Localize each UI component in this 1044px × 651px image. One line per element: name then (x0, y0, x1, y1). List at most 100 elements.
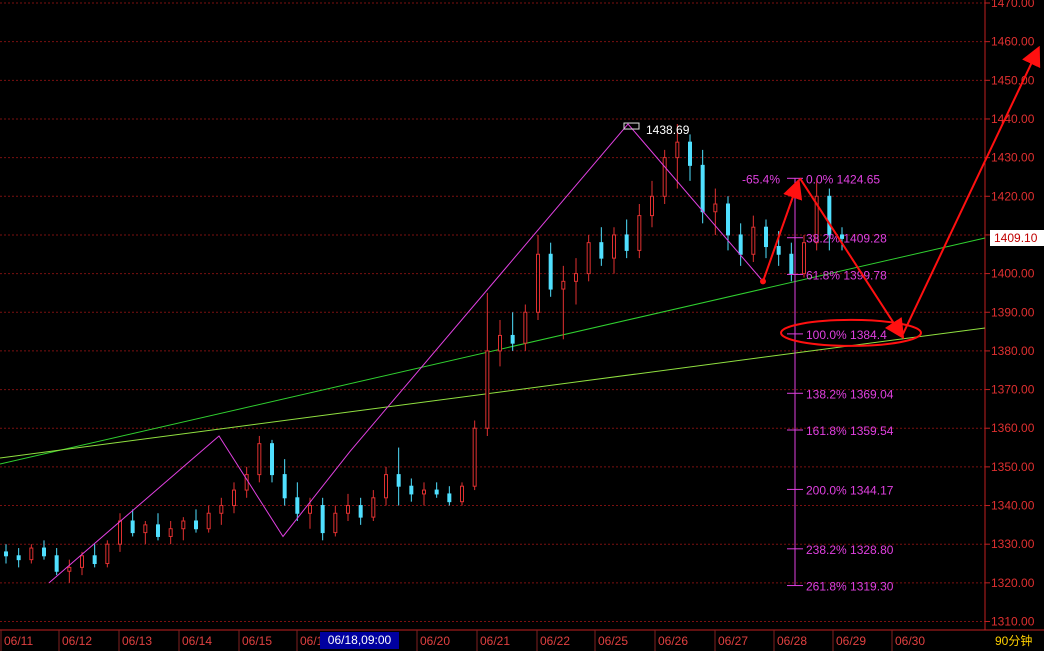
candle-body (751, 226, 756, 255)
y-tick-label: 1350.00 (991, 460, 1035, 474)
candle-body (561, 280, 566, 290)
candle-body (548, 253, 553, 290)
candle-body (232, 489, 236, 507)
x-tick-label: 06/28 (777, 634, 807, 648)
candle-body (105, 543, 110, 565)
fib-level-label: 0.0% 1424.65 (806, 172, 880, 186)
x-tick-label: 06/26 (658, 634, 688, 648)
candle-body (371, 497, 376, 518)
x-tick-label: 06/11 (4, 634, 33, 648)
candle-body (675, 141, 680, 159)
fib-level-label: 261.8% 1319.30 (806, 580, 894, 594)
candle-body (624, 234, 629, 251)
y-tick-label: 1370.00 (991, 383, 1035, 397)
fib-retrace-label: -65.4% (742, 172, 780, 186)
candle-body (346, 505, 350, 514)
candle-body (662, 157, 667, 197)
fib-level-label: 61.8% 1399.78 (806, 268, 887, 282)
candle-body (282, 474, 287, 499)
candle-body (181, 520, 186, 530)
candle-body (54, 555, 59, 572)
candle-body (168, 528, 173, 537)
y-tick-label: 1460.00 (991, 35, 1035, 49)
candle-body (827, 195, 832, 236)
candle-body (738, 234, 743, 255)
candle-body (713, 203, 718, 213)
y-tick-label: 1450.00 (991, 73, 1035, 87)
candle-body (523, 311, 528, 344)
fib-level-label: 138.2% 1369.04 (806, 387, 894, 401)
fib-level-label: 38.2% 1409.28 (806, 232, 887, 246)
current-price-badge: 1409.10 (990, 230, 1044, 246)
candle-body (409, 485, 414, 495)
candle-body (4, 551, 8, 557)
candle-body (434, 489, 439, 495)
fib-level-label: 161.8% 1359.54 (806, 424, 894, 438)
y-tick-label: 1340.00 (991, 499, 1035, 513)
candle-body (422, 489, 426, 495)
candle-body (498, 334, 502, 352)
x-tick-label: 06/14 (182, 634, 212, 648)
candle-body (789, 253, 794, 275)
timeframe-label[interactable]: 90分钟 (991, 633, 1044, 650)
candle-body (688, 141, 692, 166)
candle-body (206, 512, 211, 530)
x-tick-label: 06/12 (62, 634, 92, 648)
cursor-time-label: 06/18,09:00 (320, 632, 399, 649)
candle-body (536, 253, 540, 313)
x-tick-label: 06/30 (895, 634, 925, 648)
candle-body (42, 547, 46, 557)
y-tick-label: 1390.00 (991, 305, 1035, 319)
zigzag-line (48, 123, 801, 584)
chart-stage: 1470.00 1460.00 1450.00 1440.00 1430.00 1420.… (0, 0, 1044, 651)
candle-body (472, 427, 477, 487)
candle-body (156, 524, 160, 537)
x-tick-label: 06/21 (480, 634, 510, 648)
candle-body (599, 242, 604, 259)
fib-level-label: 200.0% 1344.17 (806, 483, 894, 497)
y-tick-label: 1310.00 (991, 615, 1035, 629)
y-tick-label: 1470.00 (991, 0, 1035, 10)
candle-body (776, 246, 781, 255)
y-tick-label: 1330.00 (991, 537, 1035, 551)
candle-body (67, 566, 72, 572)
candle-body (92, 555, 97, 565)
candle-body (308, 505, 312, 514)
candle-body (320, 505, 325, 534)
candle-body (143, 524, 148, 534)
candle-body (257, 443, 262, 476)
x-tick-label: 06/20 (420, 634, 450, 648)
candle-body (118, 520, 122, 545)
candle-body (358, 505, 363, 518)
fib-level-label: 238.2% 1328.80 (806, 543, 894, 557)
candle-body (80, 555, 84, 568)
candle-body (510, 334, 515, 344)
candle-body (447, 493, 452, 503)
y-tick-label: 1360.00 (991, 421, 1035, 435)
x-tick-label: 06/22 (540, 634, 570, 648)
candle-body (485, 350, 490, 429)
candle-body (384, 474, 388, 499)
peak-label: 1438.69 (646, 123, 690, 137)
candle-body (16, 555, 21, 561)
x-tick-label: 06/13 (122, 634, 152, 648)
x-tick-label: 06/29 (836, 634, 866, 648)
candlestick-chart: 1470.00 1460.00 1450.00 1440.00 1430.00 1420.… (0, 0, 1044, 651)
candle-body (460, 485, 464, 503)
candle-body (130, 520, 135, 534)
fib-level-label: 100.0% 1384.4 (806, 328, 887, 342)
candle-body (333, 512, 338, 534)
y-tick-label: 1320.00 (991, 576, 1035, 590)
candle-body (194, 520, 198, 530)
y-tick-label: 1380.00 (991, 344, 1035, 358)
candle-body (396, 474, 401, 487)
candle-body (637, 215, 642, 251)
candle-body (574, 273, 578, 282)
x-tick-label: 06/25 (598, 634, 628, 648)
candle-body (764, 226, 768, 248)
candle-body (270, 443, 274, 476)
candle-body (726, 203, 730, 236)
candle-body (650, 195, 654, 217)
y-tick-label: 1440.00 (991, 112, 1035, 126)
candle-body (612, 234, 616, 259)
